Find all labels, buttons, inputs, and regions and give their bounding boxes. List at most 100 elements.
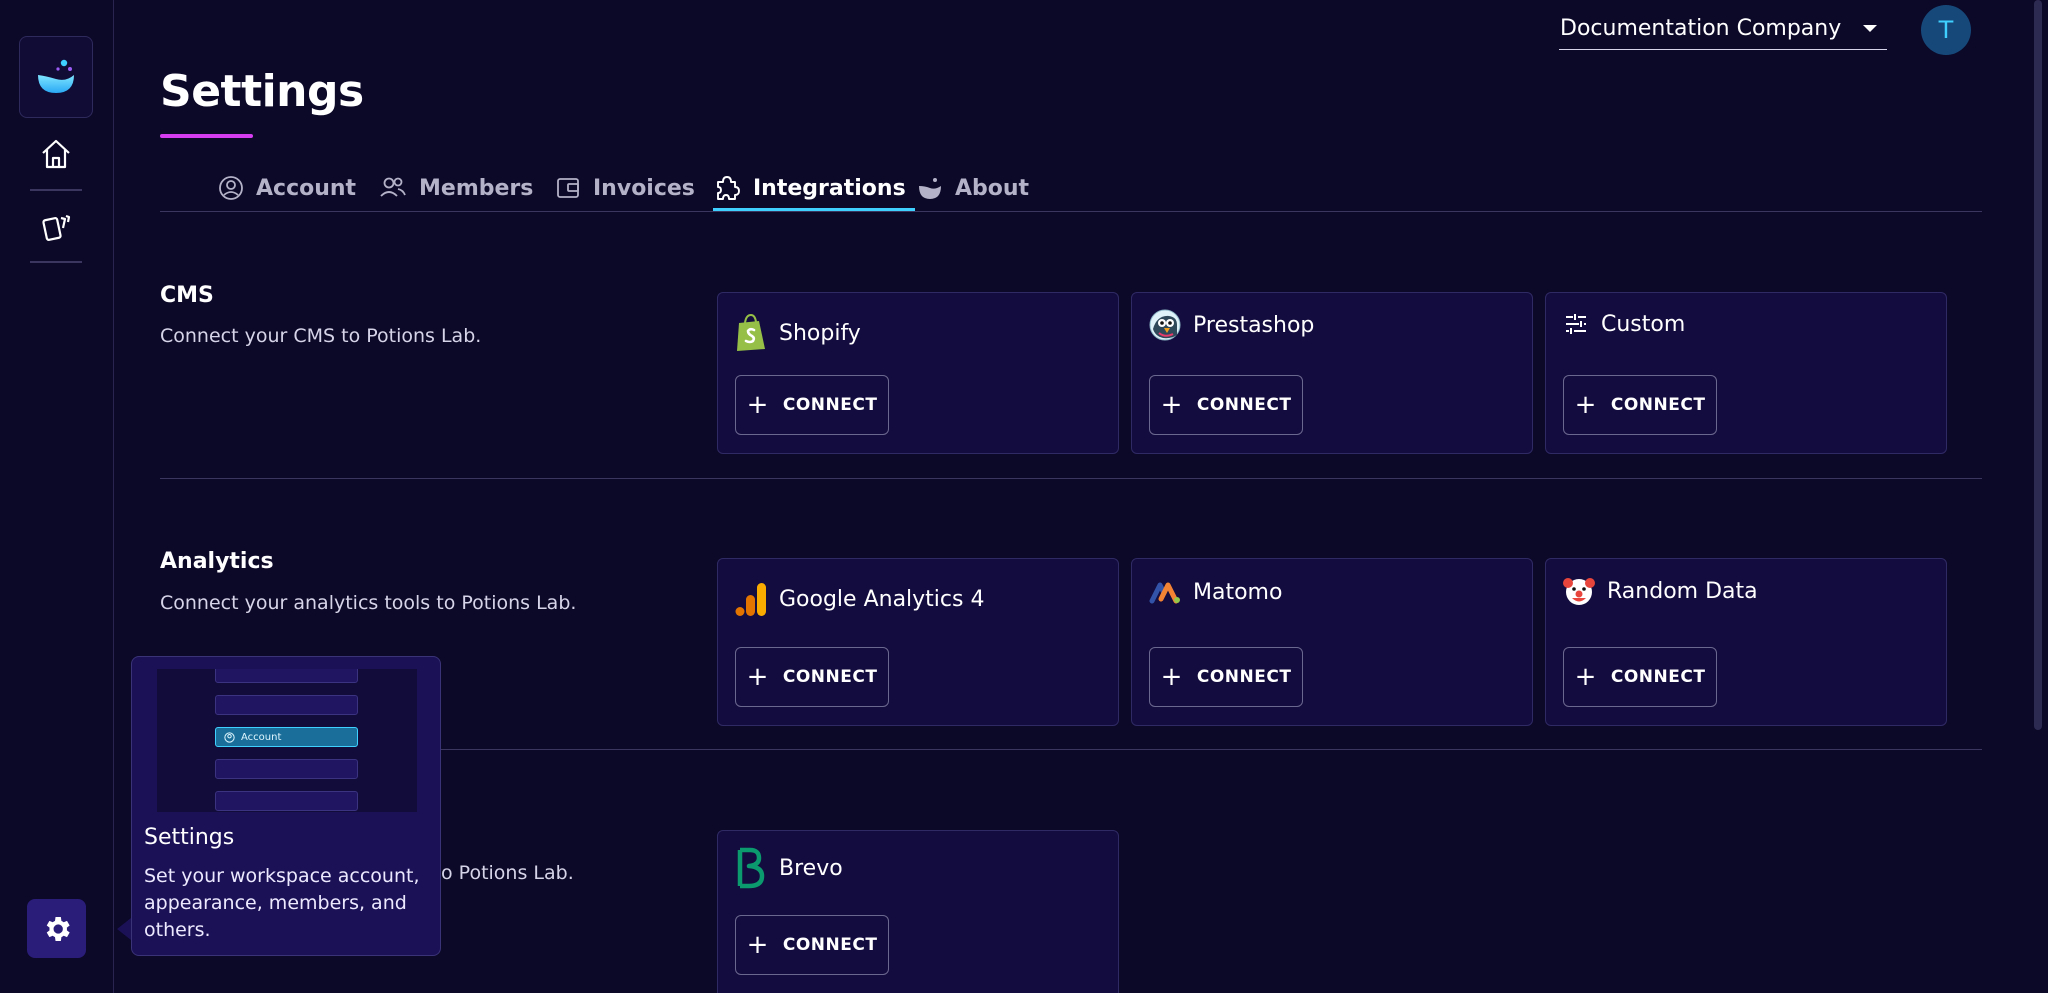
user-avatar[interactable]: T (1921, 5, 1971, 55)
page-title: Settings (160, 66, 364, 117)
plus-icon: + (746, 390, 769, 420)
connect-button-google-analytics[interactable]: + CONNECT (735, 647, 889, 707)
integration-card-shopify: Shopify + CONNECT (717, 292, 1119, 454)
integration-card-google-analytics: Google Analytics 4 + CONNECT (717, 558, 1119, 726)
card-header: Google Analytics 4 (735, 581, 984, 617)
title-underline (160, 134, 253, 138)
integration-card-custom: Custom + CONNECT (1545, 292, 1947, 454)
tab-about[interactable]: About (917, 164, 1029, 212)
button-label: CONNECT (782, 395, 878, 415)
tab-account[interactable]: Account (218, 164, 356, 212)
cards-icon (42, 214, 71, 241)
button-label: CONNECT (782, 935, 878, 955)
app-logo[interactable] (19, 36, 93, 118)
sidebar (0, 0, 114, 993)
active-tab-indicator (713, 208, 915, 211)
prestashop-icon (1149, 309, 1181, 341)
connect-button-matomo[interactable]: + CONNECT (1149, 647, 1303, 707)
card-header: Prestashop (1149, 309, 1314, 341)
sidebar-divider (30, 189, 82, 191)
tab-label: About (955, 175, 1030, 201)
wallet-icon (557, 178, 579, 198)
sliders-icon (1566, 314, 1586, 334)
card-header: Matomo (1149, 579, 1282, 605)
plus-icon: + (746, 930, 769, 960)
preview-menu-item (215, 669, 358, 683)
shopify-icon (737, 313, 765, 351)
button-label: CONNECT (1196, 667, 1292, 687)
home-nav[interactable] (36, 134, 76, 174)
matomo-icon (1149, 582, 1180, 604)
button-label: CONNECT (1610, 667, 1706, 687)
card-name: Random Data (1607, 578, 1758, 604)
connect-button-shopify[interactable]: + CONNECT (735, 375, 889, 435)
company-name: Documentation Company (1560, 16, 1842, 41)
tab-members[interactable]: Members (379, 164, 533, 212)
tab-integrations[interactable]: Integrations (713, 164, 906, 212)
settings-tooltip: Account Settings Set your workspace acco… (131, 656, 441, 956)
tab-label: Integrations (753, 175, 906, 201)
preview-menu-item (215, 759, 358, 779)
section-title-cms: CMS (160, 283, 214, 308)
potion-bowl-icon (919, 178, 941, 199)
google-analytics-icon (735, 583, 766, 616)
connect-button-custom[interactable]: + CONNECT (1563, 375, 1717, 435)
clown-icon (1563, 578, 1595, 605)
plus-icon: + (746, 662, 769, 692)
tab-label: Invoices (593, 175, 695, 201)
company-select[interactable]: Documentation Company (1559, 8, 1887, 50)
section-desc-analytics: Connect your analytics tools to Potions … (160, 592, 577, 614)
tooltip-arrow (117, 918, 131, 940)
integration-card-random-data: Random Data + CONNECT (1545, 558, 1947, 726)
tab-invoices[interactable]: Invoices (555, 164, 695, 212)
tooltip-preview-image: Account (157, 669, 417, 812)
plus-icon: + (1160, 662, 1183, 692)
tab-label: Members (419, 175, 534, 201)
tooltip-title: Settings (144, 825, 235, 850)
users-icon (380, 177, 406, 197)
button-label: CONNECT (782, 667, 878, 687)
card-name: Google Analytics 4 (779, 586, 985, 612)
preview-label: Account (241, 731, 282, 743)
plus-icon: + (1574, 390, 1597, 420)
card-name: Shopify (779, 320, 861, 346)
sidebar-divider (30, 261, 82, 263)
plus-icon: + (1574, 662, 1597, 692)
tooltip-description: Set your workspace account, appearance, … (144, 865, 420, 941)
puzzle-icon (717, 176, 740, 200)
chevron-down-icon (1863, 25, 1877, 32)
card-name: Matomo (1193, 579, 1283, 605)
connect-button-prestashop[interactable]: + CONNECT (1149, 375, 1303, 435)
gear-icon (46, 916, 70, 941)
card-header: Shopify (735, 313, 861, 353)
button-label: CONNECT (1196, 395, 1292, 415)
preview-menu-item (215, 695, 358, 715)
page-scrollbar[interactable] (2034, 0, 2042, 730)
home-icon (42, 139, 70, 169)
integration-card-prestashop: Prestashop + CONNECT (1131, 292, 1533, 454)
card-header: Custom (1563, 311, 1685, 337)
user-circle-icon (219, 176, 243, 200)
cards-nav[interactable] (36, 207, 76, 247)
preview-menu-item-active: Account (215, 727, 358, 747)
section-desc-cms: Connect your CMS to Potions Lab. (160, 325, 482, 347)
brevo-icon (737, 847, 765, 889)
potion-logo-icon (38, 59, 74, 93)
integration-card-matomo: Matomo + CONNECT (1131, 558, 1533, 726)
plus-icon: + (1160, 390, 1183, 420)
connect-button-brevo[interactable]: + CONNECT (735, 915, 889, 975)
button-label: CONNECT (1610, 395, 1706, 415)
connect-button-random-data[interactable]: + CONNECT (1563, 647, 1717, 707)
integration-card-brevo: Brevo + CONNECT (717, 830, 1119, 993)
card-name: Brevo (779, 855, 843, 881)
card-header: Brevo (735, 847, 843, 889)
section-desc-emailing: o Potions Lab. (441, 862, 574, 884)
user-circle-icon (224, 731, 235, 743)
preview-menu-item (215, 791, 358, 811)
tab-label: Account (256, 175, 357, 201)
card-name: Prestashop (1193, 312, 1315, 338)
settings-nav-button[interactable] (27, 899, 86, 958)
section-title-analytics: Analytics (160, 549, 274, 574)
settings-tabs: Account Members Invoices Integrations Ab… (160, 164, 1982, 212)
section-divider (160, 478, 1982, 479)
